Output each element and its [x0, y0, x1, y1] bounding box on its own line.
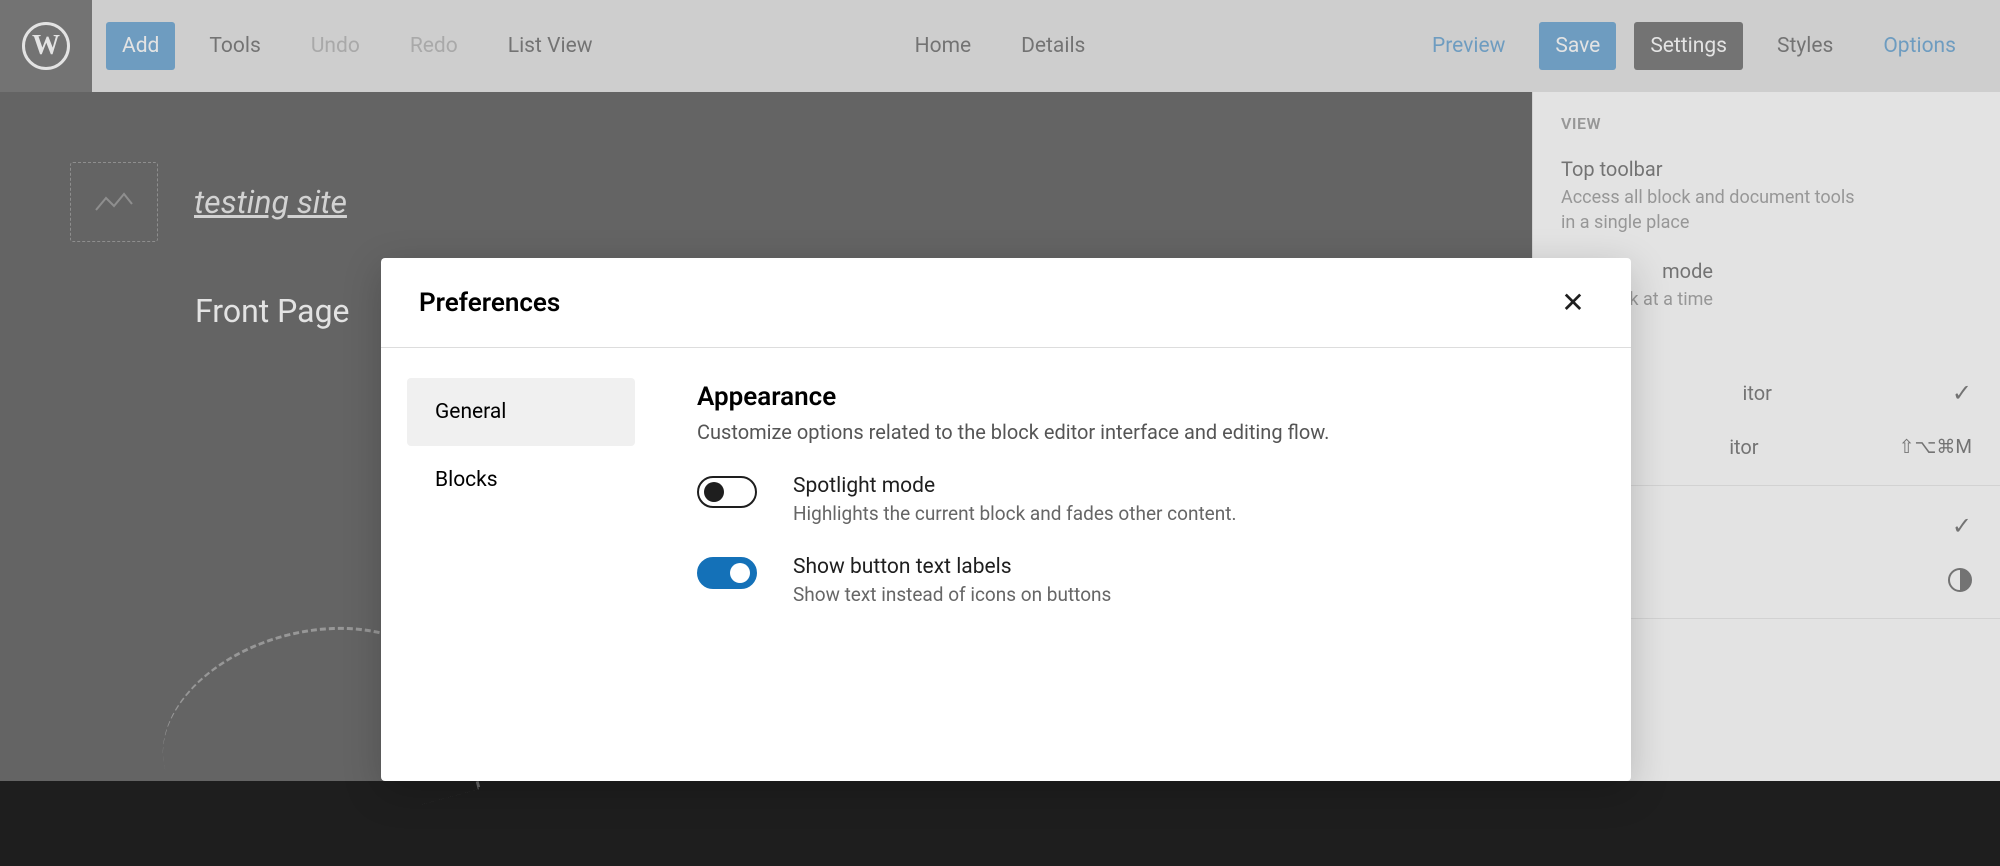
setting-spotlight-mode: Spotlight mode Highlights the current bl…: [697, 474, 1595, 525]
panel-item-top-toolbar[interactable]: Top toolbar Access all block and documen…: [1533, 145, 2000, 247]
preview-button[interactable]: Preview: [1416, 22, 1521, 70]
top-toolbar: W Add Tools Undo Redo List View Home Det…: [0, 0, 2000, 92]
section-desc: Customize options related to the block e…: [697, 420, 1595, 444]
panel-item-label: itor: [1742, 381, 1771, 405]
close-button[interactable]: ✕: [1553, 286, 1593, 319]
toggle-text-labels[interactable]: [697, 557, 757, 589]
modal-body: General Blocks Appearance Customize opti…: [381, 348, 1631, 781]
redo-button[interactable]: Redo: [394, 22, 474, 70]
setting-desc: Highlights the current block and fades o…: [793, 502, 1236, 525]
contrast-icon: [1948, 568, 1972, 592]
details-button[interactable]: Details: [1005, 22, 1101, 70]
toolbar-left-group: Add Tools Undo Redo List View: [92, 22, 609, 70]
panel-view-heading: VIEW: [1533, 92, 2000, 145]
preferences-modal: Preferences ✕ General Blocks Appearance …: [381, 258, 1631, 781]
save-button[interactable]: Save: [1539, 22, 1616, 70]
modal-header: Preferences ✕: [381, 258, 1631, 348]
tools-button[interactable]: Tools: [193, 22, 276, 70]
setting-label: Show button text labels: [793, 555, 1111, 579]
check-icon: ✓: [1952, 379, 1972, 407]
add-button[interactable]: Add: [106, 22, 175, 70]
toggle-spotlight-mode[interactable]: [697, 476, 757, 508]
nav-tab-general[interactable]: General: [407, 378, 635, 446]
site-logo-placeholder[interactable]: [70, 162, 158, 242]
modal-content: Appearance Customize options related to …: [661, 348, 1631, 781]
image-placeholder-icon: [94, 188, 134, 216]
options-button[interactable]: Options: [1867, 22, 1972, 70]
setting-label: Spotlight mode: [793, 474, 1236, 498]
keyboard-shortcut: ⇧⌥⌘M: [1899, 435, 1972, 458]
list-view-button[interactable]: List View: [492, 22, 609, 70]
modal-title: Preferences: [419, 288, 560, 318]
section-title-appearance: Appearance: [697, 382, 1595, 412]
panel-item-desc: Access all block and document tools in a…: [1561, 185, 1861, 235]
modal-nav: General Blocks: [381, 348, 661, 781]
close-icon: ✕: [1561, 286, 1584, 319]
toggle-knob: [730, 563, 750, 583]
toggle-knob: [704, 482, 724, 502]
setting-desc: Show text instead of icons on buttons: [793, 583, 1111, 606]
undo-button[interactable]: Undo: [295, 22, 376, 70]
toolbar-right-group: Preview Save Settings Styles Options: [1416, 22, 2000, 70]
panel-item-label: itor: [1729, 435, 1758, 459]
nav-tab-blocks[interactable]: Blocks: [407, 446, 635, 514]
setting-text-labels: Show button text labels Show text instea…: [697, 555, 1595, 606]
settings-button[interactable]: Settings: [1634, 22, 1743, 70]
check-icon: ✓: [1952, 512, 1972, 540]
home-button[interactable]: Home: [899, 22, 988, 70]
toolbar-center-group: Home Details: [899, 22, 1102, 70]
site-title[interactable]: testing site: [194, 183, 347, 221]
wordpress-icon: W: [22, 22, 70, 70]
wordpress-logo-button[interactable]: W: [0, 0, 92, 92]
styles-button[interactable]: Styles: [1761, 22, 1849, 70]
panel-item-title: Top toolbar: [1561, 157, 1861, 181]
